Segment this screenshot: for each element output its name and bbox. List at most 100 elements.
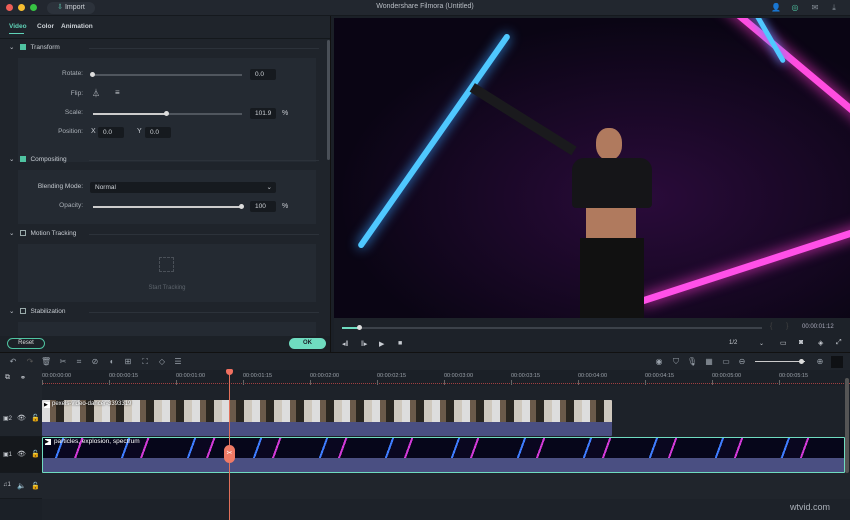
video-preview[interactable] bbox=[334, 18, 850, 318]
tracking-icon[interactable] bbox=[159, 257, 174, 272]
color-icon[interactable]: ◐ bbox=[107, 357, 117, 367]
ruler-tick bbox=[712, 380, 713, 385]
mosaic-icon[interactable]: ⊞ bbox=[123, 357, 133, 367]
flip-horizontal-icon[interactable]: ⏃ bbox=[92, 88, 100, 99]
tab-color[interactable]: Color bbox=[37, 23, 54, 30]
audio-mixer-icon[interactable]: ▦ bbox=[704, 357, 714, 367]
timeline-scrollbar[interactable] bbox=[845, 378, 849, 473]
compositing-checkbox[interactable] bbox=[20, 156, 27, 163]
reset-button[interactable]: Reset bbox=[7, 338, 45, 349]
support-icon[interactable]: ◎ bbox=[790, 3, 800, 13]
video-clip-particles[interactable]: ▶ particles, explosion, spectrum bbox=[42, 437, 845, 473]
redo-icon[interactable]: ↷ bbox=[25, 357, 35, 367]
mark-out-icon[interactable]: } bbox=[786, 323, 788, 330]
position-y-input[interactable]: 0.0 bbox=[145, 127, 171, 138]
section-compositing[interactable]: ⌄ Compositing bbox=[9, 155, 319, 165]
start-tracking-button[interactable]: Start Tracking bbox=[18, 285, 316, 291]
next-frame-icon[interactable]: ‖▸ bbox=[361, 340, 367, 348]
ruler-tick bbox=[176, 380, 177, 385]
tab-video[interactable]: Video bbox=[9, 23, 27, 30]
display-icon[interactable]: ▭ bbox=[780, 339, 787, 347]
split-scissors-icon[interactable]: ✂ bbox=[224, 445, 235, 463]
player-controls: { } 00:00:01:12 ◂‖ ‖▸ ▶ ■ 1/2 ⌄ ▭ ◙ ◈ ⤢ bbox=[334, 318, 850, 352]
delete-icon[interactable]: 🗑 bbox=[41, 357, 51, 367]
speaker-icon[interactable]: 🔈 bbox=[17, 482, 26, 490]
download-icon[interactable]: ⤓ bbox=[829, 3, 839, 13]
compositing-box: Blending Mode: Normal ⌄ Opacity: 100 % bbox=[18, 170, 316, 224]
audio-track-icon: ♫1 bbox=[3, 482, 11, 488]
crop-icon[interactable]: ⌗ bbox=[74, 357, 84, 367]
section-transform[interactable]: ⌄ Transform bbox=[9, 43, 319, 53]
section-motion-tracking[interactable]: ⌄ Motion Tracking bbox=[9, 229, 319, 239]
title-bar: Wondershare Filmora (Untitled) ⇩ Import … bbox=[0, 0, 850, 16]
fullscreen-icon[interactable]: ⤢ bbox=[836, 339, 842, 347]
add-track-icon[interactable]: ⧉ bbox=[5, 374, 10, 382]
snapshot-icon[interactable]: ◙ bbox=[799, 339, 803, 346]
y-label: Y bbox=[137, 128, 142, 135]
link-icon[interactable]: ⚭ bbox=[20, 374, 26, 382]
quality-select[interactable]: 1/2 ⌄ bbox=[729, 340, 764, 347]
slider-knob[interactable] bbox=[239, 204, 244, 209]
opacity-slider[interactable] bbox=[93, 204, 244, 209]
chevron-down-icon: ⌄ bbox=[758, 341, 764, 347]
opacity-unit: % bbox=[282, 203, 289, 210]
subtitle-icon[interactable]: ▭ bbox=[721, 357, 731, 367]
ruler-tick bbox=[243, 380, 244, 385]
rotate-slider[interactable] bbox=[90, 72, 242, 77]
lock-icon[interactable]: 🔓 bbox=[31, 482, 40, 490]
eye-icon[interactable]: 👁 bbox=[17, 450, 26, 458]
zoom-in-icon[interactable]: ⊕ bbox=[815, 357, 825, 367]
account-icon[interactable]: 👤 bbox=[771, 3, 781, 13]
timeline-ruler[interactable]: 00:00:00:00 00:00:00:15 00:00:01:00 00:00:0… bbox=[42, 370, 850, 386]
slider-knob[interactable] bbox=[799, 359, 804, 364]
position-x-input[interactable]: 0.0 bbox=[98, 127, 124, 138]
ok-button[interactable]: OK bbox=[289, 338, 326, 349]
slider-knob[interactable] bbox=[90, 72, 95, 77]
audio-adjust-icon[interactable]: ☰ bbox=[173, 357, 183, 367]
cut-icon[interactable]: ✂ bbox=[58, 357, 68, 367]
mail-icon[interactable]: ✉ bbox=[810, 3, 820, 13]
stop-icon[interactable]: ■ bbox=[398, 340, 402, 347]
layout-toggle-icon[interactable] bbox=[831, 356, 843, 368]
scale-input[interactable]: 101.9 bbox=[250, 108, 276, 119]
blending-mode-select[interactable]: Normal ⌄ bbox=[90, 182, 276, 193]
video-clip-dancer[interactable]: pexels-video-dancer-3393319 ▶ bbox=[42, 400, 612, 436]
motion-tracking-checkbox[interactable] bbox=[20, 230, 27, 237]
playback-scrubber[interactable] bbox=[342, 325, 762, 330]
scrubber-knob[interactable] bbox=[356, 325, 362, 330]
lock-icon[interactable]: 🔓 bbox=[31, 414, 40, 422]
zoom-out-icon[interactable]: ⊖ bbox=[737, 357, 747, 367]
import-icon: ⇩ bbox=[57, 4, 65, 11]
ruler-timecode: 00:00:05:00 bbox=[712, 373, 742, 379]
previous-frame-icon[interactable]: ◂‖ bbox=[342, 340, 348, 348]
tab-animation[interactable]: Animation bbox=[61, 23, 93, 30]
chevron-down-icon: ⌄ bbox=[9, 44, 15, 51]
transform-checkbox[interactable] bbox=[20, 44, 27, 51]
position-label: Position: bbox=[58, 128, 83, 135]
slider-knob[interactable] bbox=[164, 111, 169, 116]
voiceover-icon[interactable]: 🎙 bbox=[687, 357, 697, 367]
stabilization-checkbox[interactable] bbox=[20, 308, 27, 315]
opacity-input[interactable]: 100 bbox=[250, 201, 276, 212]
import-button[interactable]: ⇩ Import bbox=[47, 2, 95, 14]
play-icon[interactable]: ▶ bbox=[379, 340, 384, 348]
section-stabilization[interactable]: ⌄ Stabilization bbox=[9, 307, 319, 317]
render-icon[interactable]: ◉ bbox=[654, 357, 664, 367]
rotate-input[interactable]: 0.0 bbox=[250, 69, 276, 80]
ruler-timecode: 00:00:01:00 bbox=[176, 373, 206, 379]
scrollbar[interactable] bbox=[327, 40, 330, 160]
lock-icon[interactable]: 🔓 bbox=[31, 450, 40, 458]
window-title: Wondershare Filmora (Untitled) bbox=[376, 3, 474, 10]
marker-icon[interactable]: ⛉ bbox=[671, 357, 681, 367]
keyframe-icon[interactable]: ◇ bbox=[157, 357, 167, 367]
mark-in-icon[interactable]: { bbox=[770, 323, 772, 330]
properties-panel: Video Color Animation ⌄ Transform Rotate:… bbox=[0, 16, 331, 352]
scale-slider[interactable] bbox=[93, 111, 242, 116]
eye-icon[interactable]: 👁 bbox=[17, 414, 26, 422]
zoom-slider[interactable] bbox=[755, 359, 805, 364]
volume-icon[interactable]: ◈ bbox=[818, 339, 823, 347]
speed-icon[interactable]: ⊘ bbox=[90, 357, 100, 367]
flip-vertical-icon[interactable]: ≡ bbox=[115, 88, 120, 97]
undo-icon[interactable]: ↶ bbox=[8, 357, 18, 367]
motion-tracking-icon[interactable]: ⛶ bbox=[140, 357, 150, 367]
